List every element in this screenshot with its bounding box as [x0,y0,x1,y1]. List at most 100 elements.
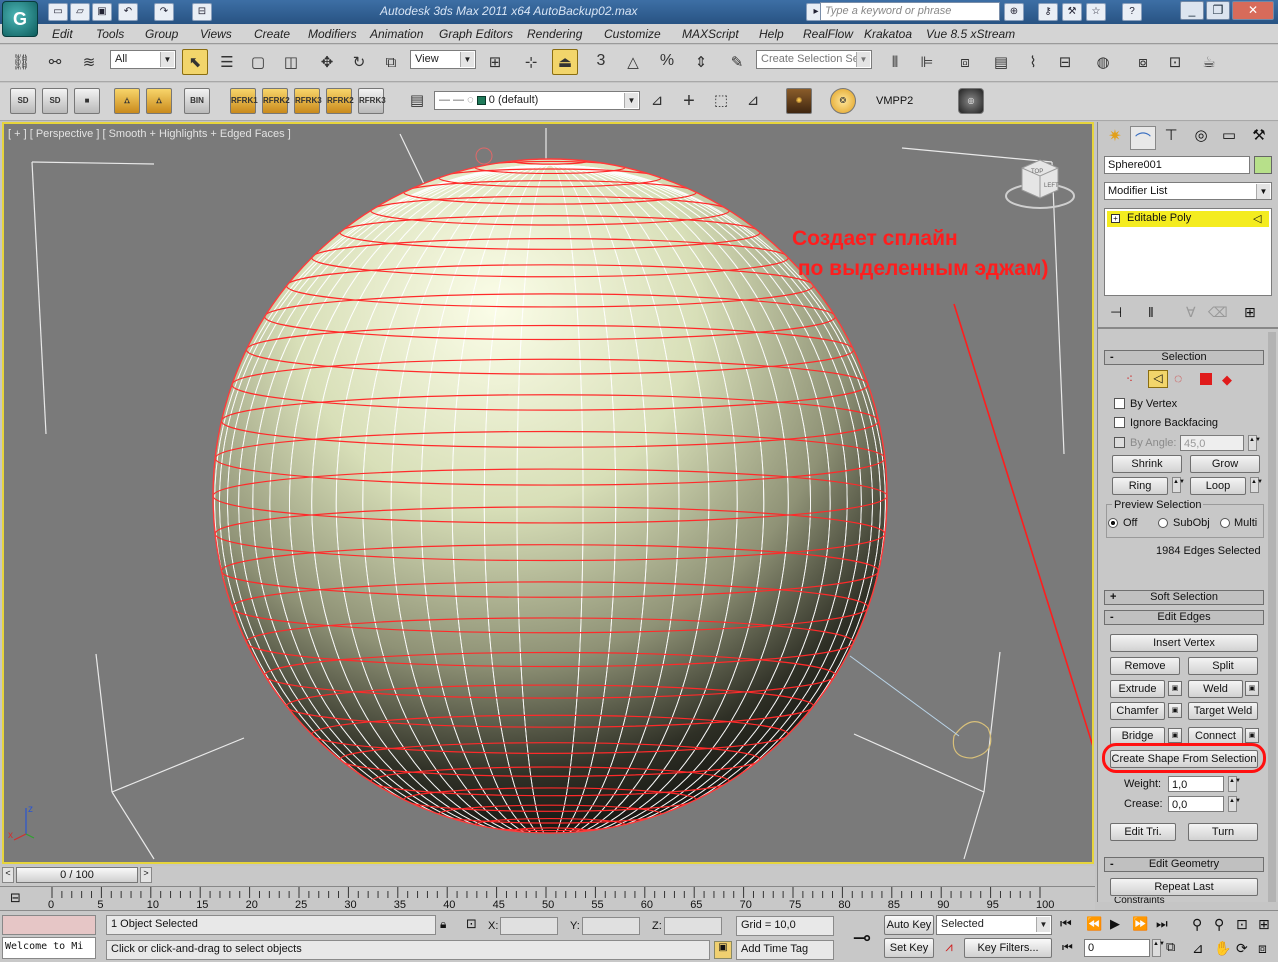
object-color-swatch[interactable] [1254,156,1272,174]
time-configuration-icon[interactable]: ⧉ [1166,939,1175,955]
menu-maxscript[interactable]: MAXScript [682,27,739,41]
display-icon[interactable]: ▭ [1216,126,1242,150]
menu-customize[interactable]: Customize [604,27,661,41]
default-in-out-tangents-icon[interactable]: ⩘ [938,939,960,959]
ring-spinner[interactable]: ▲▼ [1172,477,1185,493]
connect-settings-button[interactable]: ▣ [1245,728,1259,743]
named-selection-dropdown[interactable]: Create Selection Se ▼ [756,50,872,69]
restore-button[interactable]: ❐ [1206,1,1230,20]
loop-spinner[interactable]: ▲▼ [1250,477,1263,493]
select-object-icon[interactable]: ⬉ [182,49,208,75]
slr-camera-icon[interactable]: ◎ [958,88,984,114]
y-coordinate-input[interactable] [582,917,640,935]
mirror-icon[interactable]: ⫴ [882,50,908,76]
graphite-tools-icon[interactable]: ▤ [988,50,1014,76]
new-file-icon[interactable]: ▭ [48,3,68,21]
rfrk1-icon[interactable]: RFRK1 [230,88,258,114]
angle-snap-icon[interactable]: △ [620,50,646,76]
sd-cube-icon[interactable]: ■ [74,88,100,114]
key-selection-dropdown[interactable]: Selected ▼ [936,915,1052,935]
make-unique-icon[interactable]: ∀ [1186,304,1196,321]
x-coordinate-input[interactable] [500,917,558,935]
weight-input[interactable]: 1,0 [1168,776,1224,792]
bridge-tool-icon[interactable]: ⛼ [114,88,140,114]
select-and-move-icon[interactable]: ✥ [314,50,340,76]
curve-editor-mini-icon[interactable]: ⊟ [10,890,21,906]
polygon-mode-icon[interactable] [1200,373,1212,385]
by-vertex-checkbox[interactable] [1114,398,1125,409]
remove-button[interactable]: Remove [1110,657,1180,675]
vertex-mode-icon[interactable]: ⁖ [1126,372,1133,386]
modifier-list-dropdown[interactable]: Modifier List ▼ [1104,182,1272,200]
time-tag-icon[interactable]: ▣ [714,941,732,959]
pan-view-icon[interactable]: ✋ [1214,940,1231,957]
menu-tools[interactable]: Tools [96,27,124,41]
time-slider-next-icon[interactable]: > [140,867,152,883]
render-setup-icon[interactable]: ⧇ [1130,50,1156,76]
go-to-start-icon[interactable]: ⏮ [1060,916,1072,932]
utilities-icon[interactable]: ⚒ [1246,126,1272,150]
show-end-result-icon[interactable]: ‖ [1148,304,1154,320]
select-and-scale-icon[interactable]: ⧉ [378,50,404,76]
key-filters-button[interactable]: Key Filters... [964,938,1052,958]
stack-item-editable-poly[interactable]: + Editable Poly ◁ [1107,211,1269,227]
by-angle-input[interactable]: 45,0 [1180,435,1244,451]
menu-graph-editors[interactable]: Graph Editors [439,27,513,41]
edit-edges-rollout-header[interactable]: - Edit Edges [1104,610,1264,625]
expand-plus-icon[interactable]: + [1111,214,1120,223]
weight-spinner[interactable]: ▲▼ [1228,776,1241,792]
preview-off-radio[interactable] [1108,518,1118,528]
maxscript-mini-listener-top[interactable] [2,915,96,935]
window-crossing-icon[interactable]: ◫ [278,50,304,76]
rendered-frame-window-icon[interactable]: ⊡ [1162,50,1188,76]
minimize-button[interactable]: _ [1180,1,1204,20]
project-folder-icon[interactable]: ⊟ [192,3,212,21]
percent-snap-icon[interactable]: % [654,48,680,74]
favorites-star-icon[interactable]: ☆ [1086,3,1106,21]
set-current-layer-icon[interactable]: ⊿ [740,88,766,114]
render-production-icon[interactable]: ☕ [1196,50,1222,76]
rfrk3-icon[interactable]: RFRK3 [294,88,322,114]
set-key-button[interactable]: Set Key [884,938,934,958]
current-frame-input[interactable]: 0 [1084,939,1150,957]
zoom-extents-all-icon[interactable]: ⊞ [1258,916,1270,933]
select-and-manipulate-icon[interactable]: ⊹ [518,50,544,76]
undo-icon[interactable]: ↶ [118,3,138,21]
open-file-icon[interactable]: ▱ [70,3,90,21]
select-objects-in-layer-icon[interactable]: ⬚ [708,88,734,114]
soft-selection-rollout-header[interactable]: + Soft Selection [1104,590,1264,605]
help-icon[interactable]: ? [1122,3,1142,21]
menu-vue-xstream[interactable]: Vue 8.5 xStream [926,27,1015,41]
rfrk2b-icon[interactable]: RFRK2 [326,88,354,114]
ring-button[interactable]: Ring [1112,477,1168,495]
create-new-layer-icon[interactable]: ⊿ [644,88,670,114]
menu-help[interactable]: Help [759,27,784,41]
select-and-rotate-icon[interactable]: ↻ [346,50,372,76]
object-name-field[interactable]: Sphere001 [1104,156,1250,174]
align-icon[interactable]: ⊫ [914,50,940,76]
extrude-settings-button[interactable]: ▣ [1168,681,1182,696]
schematic-view-icon[interactable]: ⊟ [1052,50,1078,76]
menu-animation[interactable]: Animation [370,27,423,41]
close-button[interactable]: ✕ [1232,1,1274,20]
use-pivot-center-icon[interactable]: ⊞ [482,50,508,76]
field-of-view-icon[interactable]: ⊿ [1192,940,1204,957]
target-weld-button[interactable]: Target Weld [1188,702,1258,720]
remove-modifier-icon[interactable]: ⌫ [1208,304,1228,321]
sd-save-icon[interactable]: SD [10,88,36,114]
vmpp2-button[interactable]: VMPP2 [876,95,913,107]
add-time-tag-button[interactable]: Add Time Tag [736,940,834,960]
menu-group[interactable]: Group [145,27,178,41]
zoom-icon[interactable]: ⚲ [1192,916,1202,933]
z-coordinate-input[interactable] [664,917,722,935]
zoom-all-icon[interactable]: ⚲ [1214,916,1224,933]
menu-edit[interactable]: Edit [52,27,73,41]
ignore-backfacing-checkbox[interactable] [1114,417,1125,428]
menu-modifiers[interactable]: Modifiers [308,27,357,41]
add-to-layer-icon[interactable]: + [676,88,702,114]
border-mode-icon[interactable]: ◌ [1174,370,1182,386]
shrink-button[interactable]: Shrink [1112,455,1182,473]
configure-modifier-sets-icon[interactable]: ⊞ [1244,304,1256,321]
next-frame-icon[interactable]: ⏩ [1132,916,1148,932]
3ds-max-logo-icon[interactable]: G [2,1,38,37]
